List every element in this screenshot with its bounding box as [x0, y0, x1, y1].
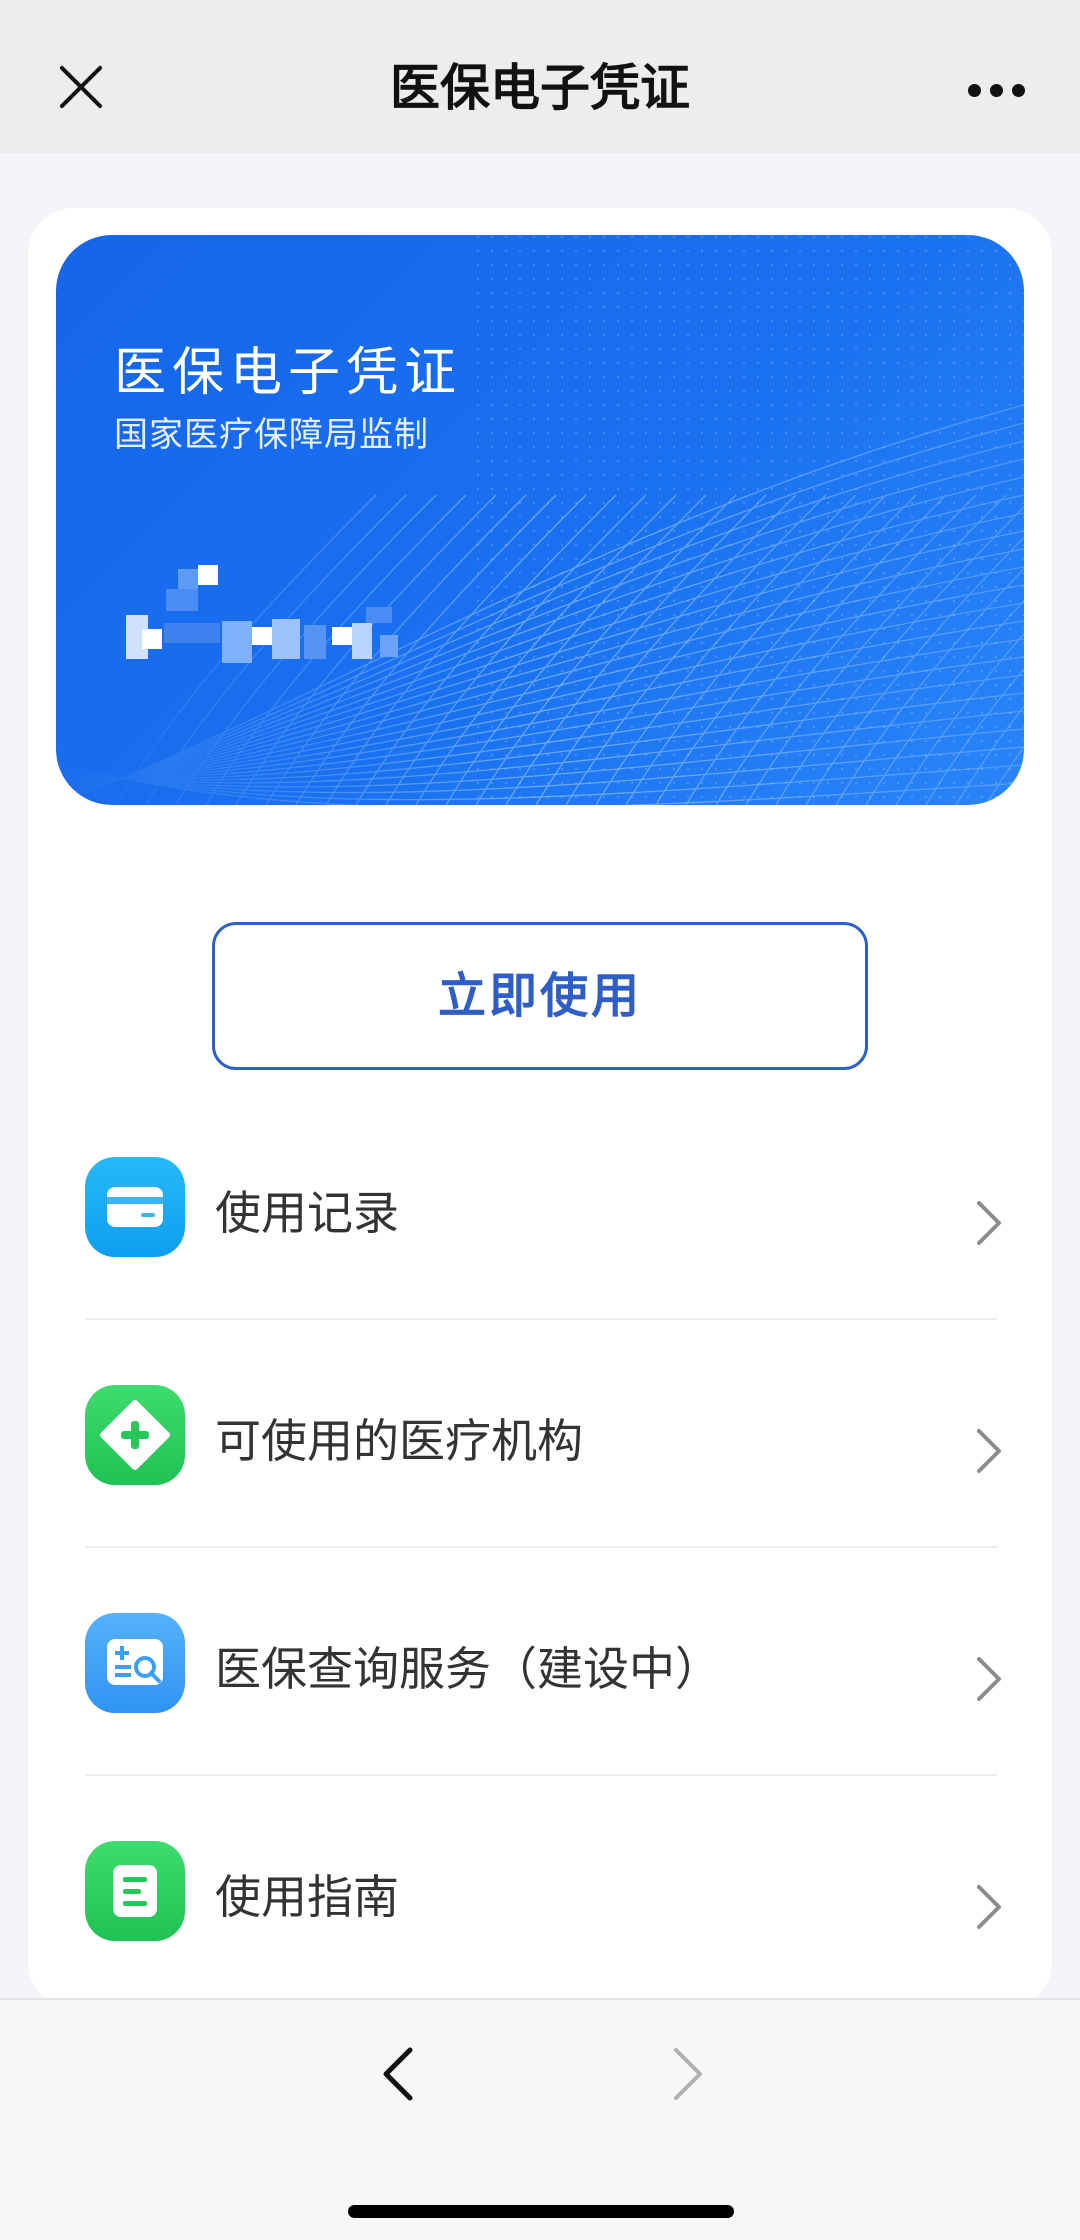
menu-item-label: 使用记录 — [215, 1186, 399, 1240]
chevron-right-icon — [977, 1201, 1001, 1245]
redacted-name-mosaic — [126, 565, 526, 675]
menu-item-label: 医保查询服务（建设中） — [215, 1642, 721, 1696]
menu-item-insurance-query[interactable]: 医保查询服务（建设中） — [85, 1613, 1001, 1839]
divider — [85, 1774, 997, 1776]
card-title: 医保电子凭证 — [114, 343, 463, 403]
navigation-bar: 医保电子凭证 — [0, 0, 1080, 153]
menu-item-medical-institutions[interactable]: 可使用的医疗机构 — [85, 1385, 1001, 1611]
guide-icon — [85, 1841, 185, 1941]
menu-item-label: 使用指南 — [215, 1870, 399, 1924]
page-title: 医保电子凭证 — [390, 59, 690, 117]
card-icon — [85, 1157, 185, 1257]
browser-bottom-bar — [0, 1998, 1080, 2240]
use-now-button[interactable]: 立即使用 — [212, 922, 868, 1070]
card-subtitle: 国家医疗保障局监制 — [114, 415, 429, 455]
chevron-right-icon[interactable] — [668, 2046, 708, 2102]
more-dots-icon[interactable] — [968, 84, 1028, 100]
chevron-right-icon — [977, 1657, 1001, 1701]
divider — [85, 1318, 997, 1320]
menu-item-usage-record[interactable]: 使用记录 — [85, 1157, 1001, 1383]
chevron-right-icon — [977, 1885, 1001, 1929]
divider — [85, 1546, 997, 1548]
card-mesh-decoration — [56, 235, 1024, 805]
chevron-right-icon — [977, 1429, 1001, 1473]
medical-cross-icon — [85, 1385, 185, 1485]
home-indicator — [348, 2205, 734, 2218]
insurance-query-icon — [85, 1613, 185, 1713]
chevron-left-icon[interactable] — [378, 2046, 418, 2102]
menu-item-label: 可使用的医疗机构 — [215, 1414, 583, 1468]
insurance-card[interactable]: 医保电子凭证 国家医疗保障局监制 — [56, 235, 1024, 805]
